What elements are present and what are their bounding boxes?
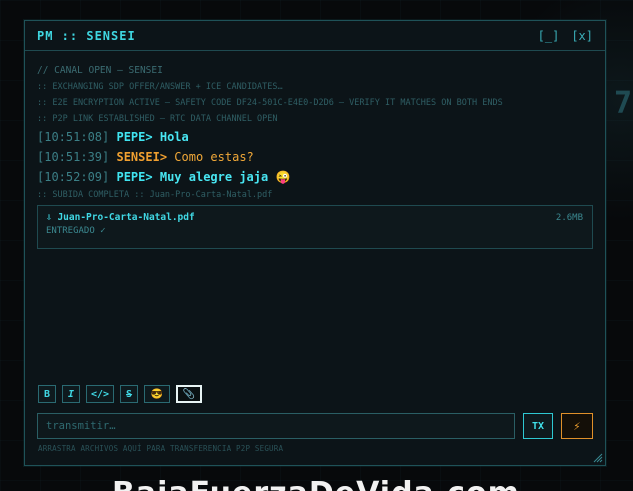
- message-timestamp: [10:51:08]: [37, 130, 110, 144]
- background-glyph: 7: [614, 86, 633, 121]
- message-input[interactable]: [37, 413, 515, 439]
- minimize-button[interactable]: [_]: [538, 29, 560, 43]
- italic-button[interactable]: I: [62, 385, 80, 403]
- window-titlebar[interactable]: PM :: SENSEI [_] [x]: [25, 21, 605, 51]
- message-timestamp: [10:51:39]: [37, 150, 110, 164]
- drop-hint: ARRASTRA ARCHIVOS AQUÍ PARA TRANSFERENCI…: [38, 444, 284, 453]
- system-line: :: EXCHANGING SDP OFFER/ANSWER + ICE CAN…: [37, 82, 283, 92]
- file-status: ENTREGADO ✓: [46, 226, 106, 236]
- close-button[interactable]: [x]: [571, 29, 593, 43]
- upload-complete-line: :: SUBIDA COMPLETA :: Juan-Pro-Carta-Nat…: [37, 190, 273, 200]
- format-toolbar: B I </> S 😎 📎: [38, 385, 203, 403]
- message-text: Hola: [159, 130, 189, 144]
- chat-message: [10:52:09] PEPE> Muy alegre jaja 😜: [37, 167, 593, 187]
- message-timestamp: [10:52:09]: [37, 170, 110, 184]
- chat-message: [10:51:08] PEPE> Hola: [37, 127, 593, 147]
- message-log[interactable]: // CANAL OPEN — SENSEI :: EXCHANGING SDP…: [37, 63, 593, 249]
- emoji-button[interactable]: 😎: [144, 385, 171, 403]
- compose-row: TX ⚡: [37, 413, 593, 439]
- chat-message: [10:51:39] SENSEI> Como estas?: [37, 147, 593, 167]
- message-nick: SENSEI>: [116, 150, 168, 164]
- message-nick: PEPE>: [116, 130, 153, 144]
- file-transfer-card[interactable]: ⇩ Juan-Pro-Carta-Natal.pdf 2.6MB ENTREGA…: [37, 205, 593, 249]
- send-button[interactable]: TX: [523, 413, 553, 439]
- window-title: PM :: SENSEI: [37, 28, 136, 43]
- strikethrough-button[interactable]: S: [120, 385, 139, 403]
- code-button[interactable]: </>: [86, 385, 115, 403]
- message-text: Muy alegre jaja 😜: [159, 170, 291, 184]
- bolt-button[interactable]: ⚡: [561, 413, 593, 439]
- system-line: :: P2P LINK ESTABLISHED — RTC DATA CHANN…: [37, 114, 278, 124]
- resize-handle-icon[interactable]: [593, 453, 603, 463]
- file-name-link[interactable]: ⇩ Juan-Pro-Carta-Natal.pdf: [46, 212, 584, 223]
- attach-button[interactable]: 📎: [176, 385, 203, 403]
- chat-window: PM :: SENSEI [_] [x] // CANAL OPEN — SEN…: [24, 20, 606, 466]
- bolt-icon: ⚡: [573, 419, 581, 433]
- bold-button[interactable]: B: [38, 385, 56, 403]
- message-text: Como estas?: [174, 150, 254, 164]
- background-brand-text: BajaFuerzaDeVida.com: [112, 476, 520, 491]
- system-line: :: E2E ENCRYPTION ACTIVE — SAFETY CODE D…: [37, 98, 503, 108]
- message-nick: PEPE>: [116, 170, 153, 184]
- file-size: 2.6MB: [555, 213, 583, 223]
- system-line: // CANAL OPEN — SENSEI: [37, 65, 163, 76]
- window-controls: [_] [x]: [538, 29, 593, 43]
